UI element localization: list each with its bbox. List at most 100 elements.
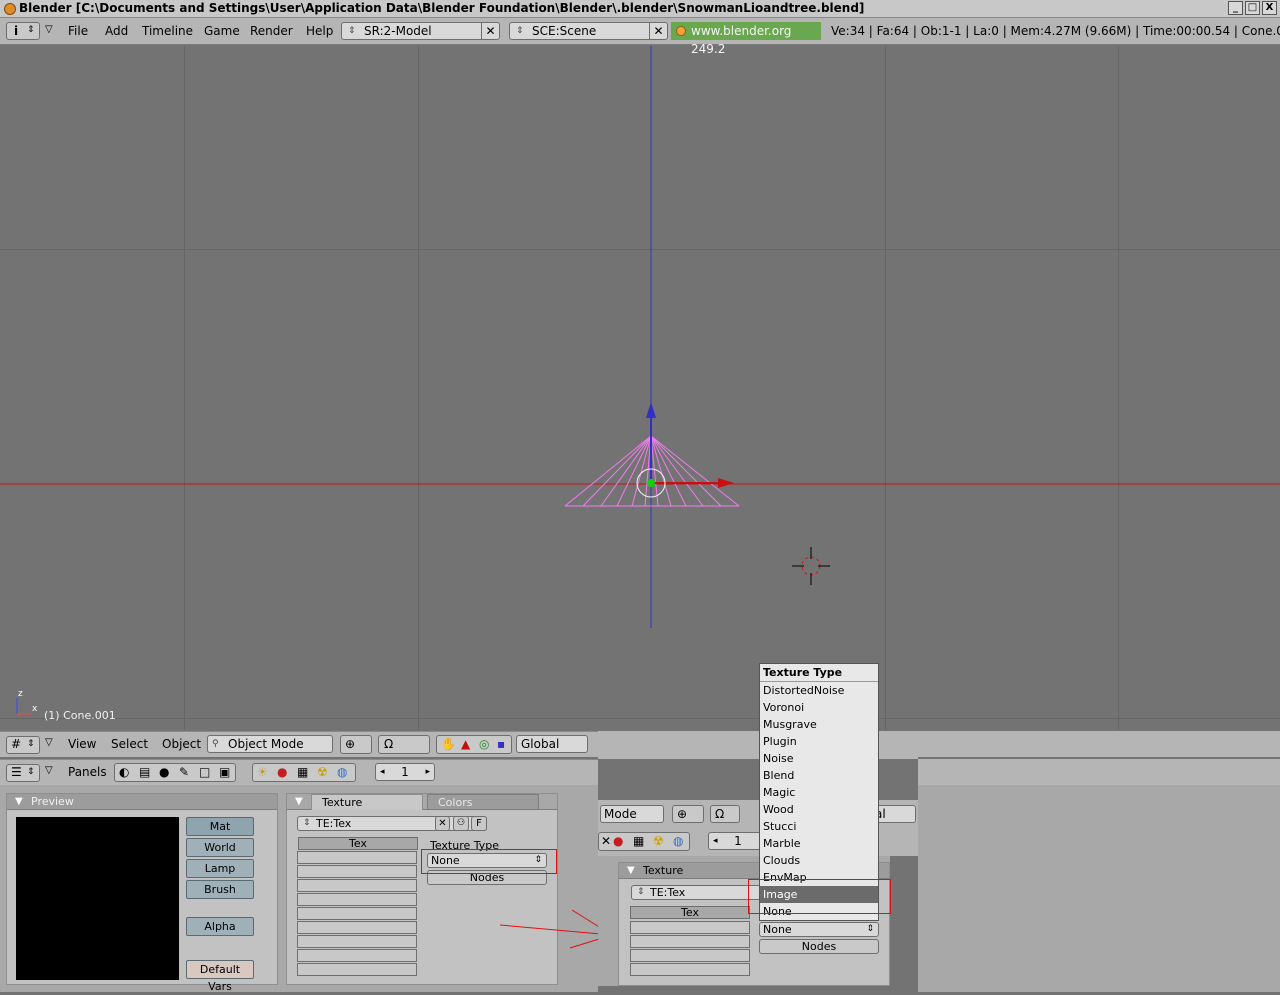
- texture-slot[interactable]: [630, 935, 750, 948]
- tab-colors[interactable]: Colors: [427, 794, 539, 810]
- default-vars-button[interactable]: Default Vars: [186, 960, 254, 993]
- popup-item-magic[interactable]: Magic: [760, 784, 878, 801]
- popup-item-musgrave[interactable]: Musgrave: [760, 716, 878, 733]
- editor-type-selector[interactable]: ☰ ⇕: [6, 764, 40, 782]
- editor-type-selector[interactable]: # ⇕: [6, 736, 40, 754]
- menu-view[interactable]: View: [68, 737, 96, 751]
- increment-arrow-icon[interactable]: ▸: [425, 764, 430, 780]
- scale-icon[interactable]: ▪: [497, 737, 505, 751]
- hand-icon[interactable]: ✋: [441, 737, 456, 751]
- collapse-triangle-icon[interactable]: ▽: [45, 765, 53, 776]
- orientation-selector[interactable]: Global: [516, 735, 588, 753]
- popup-item-distortednoise[interactable]: DistortedNoise: [760, 682, 878, 699]
- manipulator-buttons[interactable]: ✋ ▲ ◎ ▪: [436, 735, 512, 754]
- minimize-button[interactable]: _: [1228, 1, 1243, 15]
- inset-subcontext-buttons[interactable]: ✕ ● ▦ ☢ ◍: [598, 832, 690, 851]
- frame-stepper[interactable]: ◂ 1 ▸: [375, 763, 435, 781]
- close-window-button[interactable]: X: [1262, 1, 1277, 15]
- pivot-selector[interactable]: ⊕: [340, 735, 372, 754]
- tab-texture[interactable]: Texture: [311, 794, 423, 810]
- menu-timeline[interactable]: Timeline: [142, 24, 193, 38]
- texture-slot[interactable]: [630, 963, 750, 976]
- delete-scene-icon[interactable]: ✕: [649, 23, 667, 39]
- menu-file[interactable]: File: [68, 24, 88, 38]
- rotate-icon[interactable]: ◎: [479, 737, 489, 751]
- snap-selector[interactable]: Ω: [378, 735, 430, 754]
- lamp-icon[interactable]: ✕: [601, 834, 611, 848]
- menu-select[interactable]: Select: [111, 737, 148, 751]
- texture-slot[interactable]: [297, 879, 417, 892]
- texture-slot[interactable]: [630, 921, 750, 934]
- maximize-button[interactable]: □: [1245, 1, 1260, 15]
- inset-texture-name-field[interactable]: ⇕ TE:Tex: [631, 885, 761, 900]
- popup-item-voronoi[interactable]: Voronoi: [760, 699, 878, 716]
- 3d-viewport[interactable]: z x (1) Cone.001: [0, 46, 1280, 730]
- popup-item-stucci[interactable]: Stucci: [760, 818, 878, 835]
- material-icon[interactable]: ●: [613, 834, 623, 848]
- decrement-arrow-icon[interactable]: ◂: [713, 833, 718, 849]
- popup-item-plugin[interactable]: Plugin: [760, 733, 878, 750]
- inset-tab-texture[interactable]: Texture: [643, 864, 683, 877]
- decrement-arrow-icon[interactable]: ◂: [380, 764, 385, 780]
- inset-nodes-button[interactable]: Nodes: [759, 939, 879, 954]
- collapse-triangle-icon[interactable]: ▽: [45, 24, 53, 35]
- editor-type-selector[interactable]: i ⇕: [6, 22, 40, 40]
- radio-icon[interactable]: ☢: [317, 765, 328, 779]
- menu-game[interactable]: Game: [204, 24, 240, 38]
- preview-brush-button[interactable]: Brush: [186, 880, 254, 899]
- texture-slot[interactable]: [297, 893, 417, 906]
- logic-icon[interactable]: ◐: [119, 765, 129, 779]
- popup-item-clouds[interactable]: Clouds: [760, 852, 878, 869]
- preview-mat-button[interactable]: Mat: [186, 817, 254, 836]
- object-icon[interactable]: ✎: [179, 765, 189, 779]
- inset-texture-type-dropdown[interactable]: None ⇕: [759, 922, 879, 937]
- material-icon[interactable]: ●: [277, 765, 287, 779]
- menu-render[interactable]: Render: [250, 24, 293, 38]
- menu-object[interactable]: Object: [162, 737, 201, 751]
- mode-selector[interactable]: ⚲ Object Mode: [207, 735, 333, 753]
- texture-slot[interactable]: [297, 963, 417, 976]
- translate-icon[interactable]: ▲: [461, 737, 470, 751]
- screen-selector[interactable]: ⇕ SR:2-Model ✕: [341, 22, 500, 40]
- texture-slot[interactable]: [297, 907, 417, 920]
- blender-url-badge[interactable]: www.blender.org 249.2: [671, 22, 821, 56]
- texture-slot[interactable]: [297, 949, 417, 962]
- editing-icon[interactable]: □: [199, 765, 210, 779]
- lamp-icon[interactable]: ☀: [257, 765, 268, 779]
- scene-icon[interactable]: ▣: [219, 765, 230, 779]
- texture-slot[interactable]: [297, 935, 417, 948]
- alpha-button[interactable]: Alpha: [186, 917, 254, 936]
- collapse-triangle-icon[interactable]: ▼: [627, 863, 635, 879]
- texture-icon[interactable]: ▦: [297, 765, 308, 779]
- scene-selector[interactable]: ⇕ SCE:Scene ✕: [509, 22, 668, 40]
- texture-slot[interactable]: [630, 949, 750, 962]
- popup-item-blend[interactable]: Blend: [760, 767, 878, 784]
- world-icon[interactable]: ◍: [337, 765, 347, 779]
- preview-world-button[interactable]: World: [186, 838, 254, 857]
- popup-item-noise[interactable]: Noise: [760, 750, 878, 767]
- world-icon[interactable]: ◍: [673, 834, 683, 848]
- collapse-triangle-icon[interactable]: ▼: [295, 794, 303, 810]
- preview-lamp-button[interactable]: Lamp: [186, 859, 254, 878]
- texture-slot[interactable]: [297, 921, 417, 934]
- collapse-triangle-icon[interactable]: ▼: [15, 794, 23, 810]
- inset-mode-selector[interactable]: Mode: [600, 805, 664, 823]
- radio-icon[interactable]: ☢: [653, 834, 664, 848]
- preview-panel-header[interactable]: ▼ Preview: [7, 794, 277, 810]
- shading-icon[interactable]: ●: [159, 765, 169, 779]
- popup-item-marble[interactable]: Marble: [760, 835, 878, 852]
- context-buttons[interactable]: ◐ ▤ ● ✎ □ ▣: [114, 763, 236, 782]
- inset-snap-selector[interactable]: Ω: [710, 805, 740, 823]
- collapse-triangle-icon[interactable]: ▽: [45, 737, 53, 748]
- script-icon[interactable]: ▤: [139, 765, 150, 779]
- menu-add[interactable]: Add: [105, 24, 128, 38]
- delete-screen-icon[interactable]: ✕: [481, 23, 499, 39]
- fake-user-button[interactable]: F: [471, 816, 487, 831]
- texture-slot[interactable]: [297, 865, 417, 878]
- unlink-texture-icon[interactable]: ✕: [435, 816, 450, 831]
- texture-icon[interactable]: ▦: [633, 834, 644, 848]
- texture-slot[interactable]: [297, 851, 417, 864]
- popup-item-wood[interactable]: Wood: [760, 801, 878, 818]
- browse-texture-icon[interactable]: ⚇: [453, 816, 469, 831]
- menu-help[interactable]: Help: [306, 24, 333, 38]
